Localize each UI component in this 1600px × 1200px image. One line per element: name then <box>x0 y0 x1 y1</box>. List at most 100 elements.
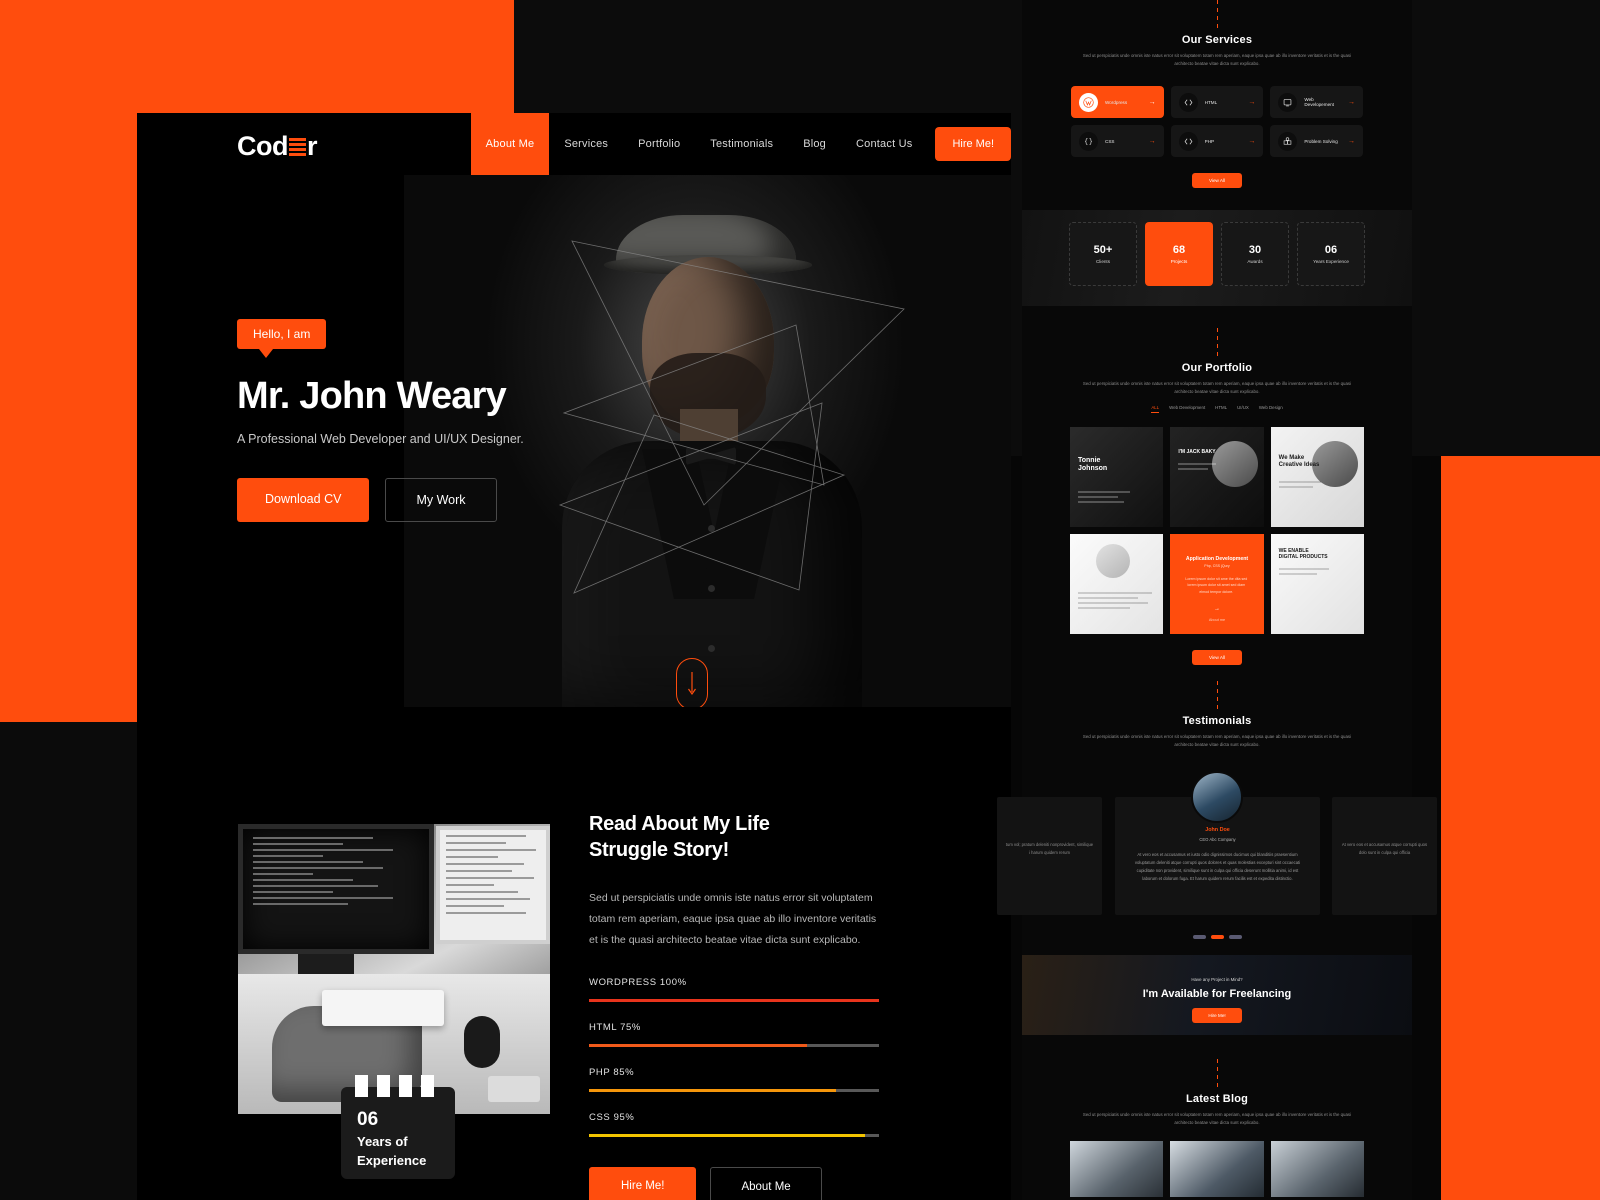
portfolio-description: Sed ut perspiciatis unde omnis iste natu… <box>1082 381 1352 395</box>
service-card-php[interactable]: PHP → <box>1170 125 1264 158</box>
portfolio-grid: Tonnie Johnson I'M JACK BAKY We Make Cre… <box>1070 426 1364 634</box>
portfolio-filter-html[interactable]: HTML <box>1215 405 1227 413</box>
portfolio-item-avatar <box>1096 543 1130 578</box>
clapperboard-icon <box>355 1075 451 1097</box>
skills-list: WORDPRESS 100% HTML 75% PHP 85% CSS 95% <box>589 977 879 1137</box>
portfolio-item-link[interactable]: About me <box>1170 618 1263 622</box>
monitor-secondary <box>436 826 550 944</box>
landing-page-mockup: Cod r About Me Services Portfolio Testim… <box>137 113 1011 1200</box>
experience-label-line2: Experience <box>357 1152 427 1168</box>
portfolio-item-body: Lorem ipsum dolor sit ame the dita sed l… <box>1185 576 1248 594</box>
skill-track <box>589 1043 879 1047</box>
portfolio-filter-all[interactable]: ALL <box>1151 405 1160 413</box>
skill-label: WORDPRESS 100% <box>589 976 687 988</box>
arrow-right-icon: → <box>1148 98 1156 106</box>
blog-description: Sed ut perspiciatis unde omnis iste natu… <box>1082 1111 1352 1125</box>
portfolio-item-subtitle: Php, CSS jQury <box>1204 563 1230 568</box>
my-work-button[interactable]: My Work <box>385 478 497 522</box>
keyboard-shape <box>322 990 444 1026</box>
hero-section: Hello, I am Mr. John Weary A Professiona… <box>137 175 1011 707</box>
monitor-stand <box>298 954 354 974</box>
stat-projects: 68 Projects <box>1145 222 1213 287</box>
skill-track <box>589 1088 879 1092</box>
cta-headline: I'm Available for Freelancing <box>1142 987 1292 1000</box>
portfolio-item-lines <box>1078 490 1130 506</box>
portfolio-filter-uiux[interactable]: UI/UX <box>1237 405 1249 413</box>
about-actions: Hire Me! About Me <box>589 1166 879 1200</box>
arrow-right-icon: → <box>1248 98 1256 106</box>
portfolio-item-lines <box>1178 462 1217 473</box>
testimonial-avatar <box>1191 770 1243 823</box>
braces-icon <box>1079 131 1098 151</box>
services-grid: Wordpress → HTML → Web Developement → CS… <box>1071 86 1363 158</box>
service-label: Web Developement <box>1304 97 1334 108</box>
carousel-dot[interactable] <box>1228 934 1242 939</box>
stat-clients: 50+ Clients <box>1069 222 1137 287</box>
service-card-html[interactable]: HTML → <box>1170 86 1264 119</box>
stat-label: Clients <box>1095 259 1111 265</box>
download-cv-button[interactable]: Download CV <box>237 478 370 522</box>
portfolio-view-all-button[interactable]: View All <box>1192 649 1242 665</box>
nav-item-blog[interactable]: Blog <box>788 113 841 175</box>
service-card-css[interactable]: CSS → <box>1071 125 1164 158</box>
nav-item-testimonials[interactable]: Testimonials <box>695 113 788 175</box>
carousel-dot[interactable] <box>1192 934 1206 939</box>
section-divider <box>1216 0 1218 28</box>
testimonial-card-next[interactable]: At vero eos et accusamus atque corrupti … <box>1332 796 1437 915</box>
code-tag-icon <box>1178 92 1198 112</box>
portfolio-filter-web-development[interactable]: Web Development <box>1169 405 1205 413</box>
stats-row: 50+ Clients 68 Projects 30 Awards 06 Yea… <box>1022 210 1412 287</box>
portfolio-item[interactable]: I'M JACK BAKY <box>1170 426 1264 527</box>
testimonials-title: Testimonials <box>1182 714 1252 727</box>
nav-item-about-me[interactable]: About Me <box>470 113 550 175</box>
site-header: Cod r About Me Services Portfolio Testim… <box>137 113 1011 175</box>
nav-item-services[interactable]: Services <box>549 113 623 175</box>
services-view-all-button[interactable]: View All <box>1192 173 1242 189</box>
arrow-right-icon: → <box>1148 137 1156 145</box>
brand-logo[interactable]: Cod r <box>237 131 318 162</box>
carousel-dot-active[interactable] <box>1210 934 1224 939</box>
portfolio-item[interactable]: Application Development Php, CSS jQury L… <box>1170 533 1264 634</box>
blog-card[interactable] <box>1270 1140 1364 1197</box>
about-more-button[interactable]: About Me <box>710 1166 822 1200</box>
nav-item-portfolio[interactable]: Portfolio <box>623 113 695 175</box>
portfolio-item[interactable]: Tonnie Johnson <box>1070 426 1164 527</box>
stat-label: Years Experience <box>1313 259 1349 265</box>
nav-item-contact-us[interactable]: Contact Us <box>841 113 927 175</box>
portfolio-item-caption: We Make Creative Ideas <box>1278 454 1320 469</box>
portfolio-item-lines <box>1278 480 1321 491</box>
testimonial-quote: tum vol; pratum deleniti nonprovident, s… <box>1005 841 1094 855</box>
about-hire-me-button[interactable]: Hire Me! <box>589 1166 697 1200</box>
skill-label: CSS 95% <box>589 1111 635 1123</box>
about-paragraph: Sed ut perspiciatis unde omnis iste natu… <box>589 891 877 946</box>
blog-card[interactable] <box>1170 1140 1264 1197</box>
background-block-dark-right <box>1412 0 1600 456</box>
stats-section: 50+ Clients 68 Projects 30 Awards 06 Yea… <box>1022 210 1412 307</box>
service-label: PHP <box>1204 138 1215 144</box>
portfolio-item[interactable]: We Make Creative Ideas <box>1270 426 1364 527</box>
brand-logo-e-icon <box>288 137 306 157</box>
blog-card[interactable] <box>1070 1140 1164 1197</box>
service-card-web-development[interactable]: Web Developement → <box>1270 86 1363 119</box>
hire-me-button[interactable]: Hire Me! <box>935 127 1011 161</box>
background-block-dark-left <box>0 722 137 1200</box>
portfolio-item-lines <box>1278 567 1329 578</box>
about-copy: Read About My Life Struggle Story! Sed u… <box>589 811 879 1200</box>
portfolio-item[interactable]: WE ENABLE DIGITAL PRODUCTS <box>1270 533 1364 634</box>
service-label: Wordpress <box>1105 99 1128 105</box>
testimonial-card-prev[interactable]: tum vol; pratum deleniti nonprovident, s… <box>997 796 1102 915</box>
hero-name: Mr. John Weary <box>237 375 507 417</box>
testimonial-quote: At vero eos et accusamus et iusto odio d… <box>1134 851 1301 881</box>
service-card-wordpress[interactable]: Wordpress → <box>1071 86 1164 119</box>
skill-fill <box>589 1133 865 1137</box>
service-card-problem-solving[interactable]: Problem Solving → <box>1270 125 1363 158</box>
cta-hire-me-button[interactable]: Hire Me! <box>1192 1007 1242 1023</box>
hero-subtitle: A Professional Web Developer and UI/UX D… <box>237 432 524 446</box>
scroll-down-indicator[interactable] <box>676 658 708 707</box>
portfolio-item[interactable] <box>1070 533 1164 634</box>
about-title-line1: Read About My Life <box>589 813 770 835</box>
background-block-orange-bottomright <box>1441 456 1600 1200</box>
wordpress-icon <box>1079 92 1098 112</box>
portfolio-filter-web-design[interactable]: Web Design <box>1259 405 1283 413</box>
monitor-primary <box>238 824 434 954</box>
